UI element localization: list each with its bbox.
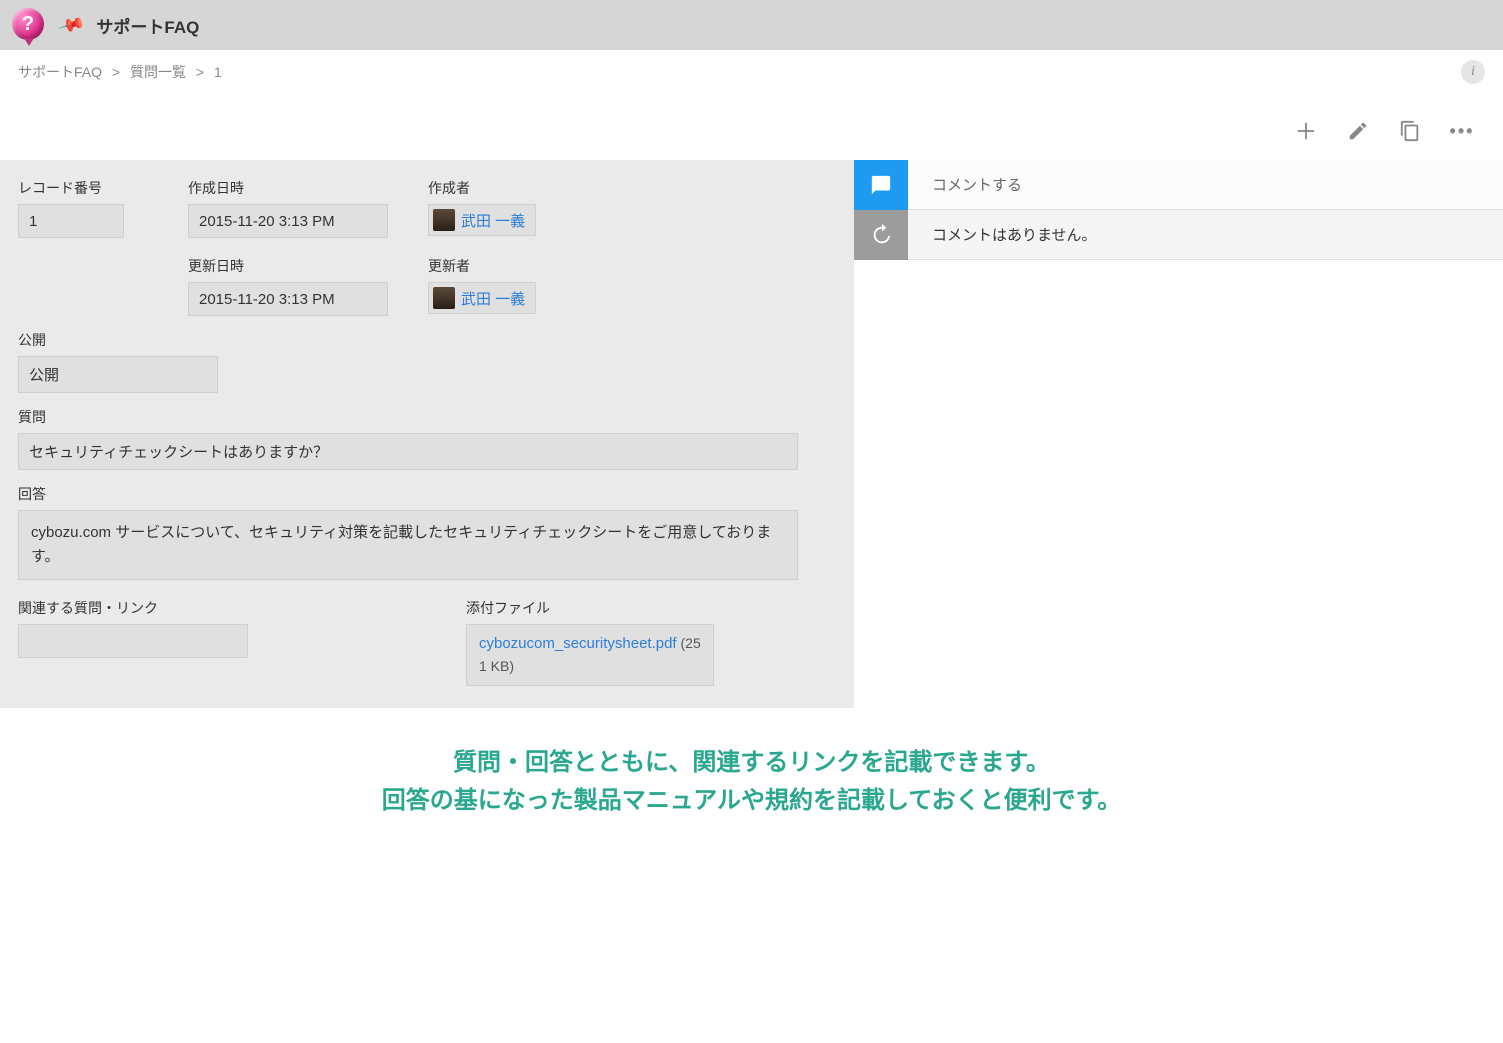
add-icon[interactable]: [1295, 120, 1317, 142]
comment-input[interactable]: コメントする: [908, 160, 1503, 210]
breadcrumb-list[interactable]: 質問一覧: [130, 64, 186, 80]
created-by-label: 作成者: [428, 178, 536, 198]
publish-label: 公開: [18, 330, 836, 350]
publish-value: 公開: [18, 356, 218, 393]
updated-at-label: 更新日時: [188, 256, 388, 276]
attachment-link[interactable]: cybozucom_securitysheet.pdf: [479, 635, 677, 652]
breadcrumb: サポートFAQ > 質問一覧 > 1: [18, 62, 222, 82]
history-tab-icon[interactable]: [854, 210, 908, 260]
user-link[interactable]: 武田 一義: [461, 288, 525, 309]
more-icon[interactable]: •••: [1451, 120, 1473, 142]
comment-tab-icon[interactable]: [854, 160, 908, 210]
copy-icon[interactable]: [1399, 120, 1421, 142]
avatar: [433, 287, 455, 309]
answer-value: cybozu.com サービスについて、セキュリティ対策を記載したセキュリティチ…: [18, 510, 798, 580]
footer-line-2: 回答の基になった製品マニュアルや規約を記載しておくと便利です。: [40, 782, 1463, 820]
user-link[interactable]: 武田 一義: [461, 210, 525, 231]
updated-at-value: 2015-11-20 3:13 PM: [188, 282, 388, 316]
record-toolbar: •••: [0, 90, 1503, 160]
updated-by-label: 更新者: [428, 256, 536, 276]
topbar: ? 📌 サポートFAQ: [0, 0, 1503, 50]
answer-label: 回答: [18, 484, 836, 504]
edit-icon[interactable]: [1347, 120, 1369, 142]
attachment-label: 添付ファイル: [466, 598, 714, 618]
record-panel: レコード番号 1 作成日時 2015-11-20 3:13 PM 作成者 武田 …: [0, 160, 854, 708]
updated-by-value: 武田 一義: [428, 282, 536, 314]
question-label: 質問: [18, 407, 836, 427]
info-icon[interactable]: i: [1461, 60, 1485, 84]
pin-icon[interactable]: 📌: [56, 10, 86, 39]
footer-line-1: 質問・回答とともに、関連するリンクを記載できます。: [40, 744, 1463, 782]
attachment-box: cybozucom_securitysheet.pdf (251 KB): [466, 624, 714, 686]
avatar: [433, 209, 455, 231]
footer-message: 質問・回答とともに、関連するリンクを記載できます。 回答の基になった製品マニュア…: [0, 708, 1503, 857]
comment-area: コメントする コメントはありません。: [908, 160, 1503, 708]
created-at-value: 2015-11-20 3:13 PM: [188, 204, 388, 238]
related-label: 関連する質問・リンク: [18, 598, 248, 618]
breadcrumb-id: 1: [214, 64, 222, 80]
record-no-value: 1: [18, 204, 124, 238]
record-no-label: レコード番号: [18, 178, 148, 198]
related-value: [18, 624, 248, 658]
app-title: サポートFAQ: [96, 13, 199, 38]
created-by-value: 武田 一義: [428, 204, 536, 236]
help-bubble-icon[interactable]: ?: [12, 8, 46, 42]
comment-side-buttons: [854, 160, 908, 708]
breadcrumb-root[interactable]: サポートFAQ: [18, 64, 102, 80]
created-at-label: 作成日時: [188, 178, 388, 198]
question-value: セキュリティチェックシートはありますか？: [18, 433, 798, 470]
comment-empty-message: コメントはありません。: [908, 210, 1503, 260]
